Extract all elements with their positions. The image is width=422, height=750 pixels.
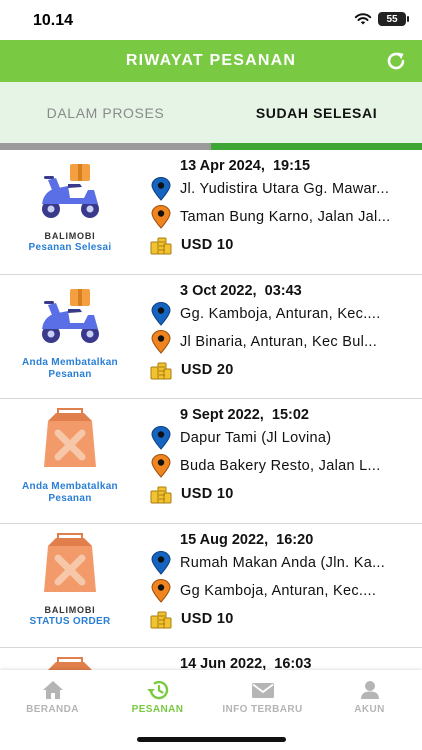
order-price: USD 10	[181, 237, 234, 253]
app-header: RIWAYAT PESANAN	[0, 40, 422, 82]
order-datetime: 3 Oct 2022, 03:43	[180, 282, 302, 299]
pickup-pin-icon	[151, 550, 171, 575]
dropoff-row: Taman Bung Karno, Jalan Jal...	[150, 205, 410, 229]
pickup-address: Gg. Kamboja, Anturan, Kec....	[180, 305, 381, 322]
tab-indicator-inactive	[0, 143, 211, 150]
refresh-icon[interactable]	[384, 49, 408, 73]
nav-account-label: AKUN	[354, 704, 385, 715]
pickup-row: Jl. Yudistira Utara Gg. Mawar...	[150, 177, 410, 201]
nav-home-label: BERANDA	[26, 704, 79, 715]
dropoff-address: Taman Bung Karno, Jalan Jal...	[180, 209, 391, 225]
status-time: 10.14	[33, 12, 74, 29]
tab-indicator	[0, 143, 422, 150]
nav-orders[interactable]: PESANAN	[105, 680, 210, 720]
order-price: USD 10	[181, 610, 234, 627]
history-icon	[146, 680, 168, 700]
nav-account[interactable]: AKUN	[317, 680, 422, 720]
dropoff-address: Gg Kamboja, Anturan, Kec....	[180, 582, 377, 599]
scooter-icon	[42, 288, 99, 343]
dropoff-address: Jl Binaria, Anturan, Kec Bul...	[180, 333, 378, 350]
order-datetime: 9 Sept 2022, 15:02	[180, 407, 309, 423]
coins-icon	[150, 237, 172, 255]
order-item[interactable]: Anda Membatalkan Pesanan 9 Sept 2022, 15…	[0, 399, 422, 524]
dropoff-row: Gg Kamboja, Anturan, Kec....	[150, 578, 410, 603]
order-status: Anda Membatalkan Pesanan	[22, 356, 118, 380]
pickup-pin-icon	[151, 301, 171, 326]
home-icon	[42, 681, 63, 699]
dropoff-pin-icon	[151, 454, 171, 478]
pickup-pin-icon	[151, 177, 171, 201]
tab-completed[interactable]: SUDAH SELESAI	[211, 82, 422, 143]
dropoff-row: Buda Bakery Resto, Jalan L...	[150, 454, 410, 478]
coins-icon	[150, 486, 172, 504]
order-item[interactable]: BALIMOBI STATUS ORDER 15 Aug 2022, 16:20…	[0, 524, 422, 648]
coins-icon	[150, 362, 172, 379]
order-service: BALIMOBI Pesanan Selesai	[0, 150, 140, 274]
price-row: USD 10	[150, 483, 410, 505]
order-tabs: DALAM PROSES SUDAH SELESAI	[0, 82, 422, 143]
scooter-icon	[42, 164, 99, 218]
order-datetime: 13 Apr 2024, 19:15	[180, 158, 311, 174]
order-status: Pesanan Selesai	[28, 242, 112, 253]
pickup-address: Jl. Yudistira Utara Gg. Mawar...	[180, 181, 390, 197]
dropoff-pin-icon	[151, 329, 171, 354]
dropoff-pin-icon	[151, 205, 171, 229]
order-datetime: 15 Aug 2022, 16:20	[180, 531, 314, 548]
order-service: Anda Membatalkan Pesanan	[0, 399, 140, 523]
order-brand: BALIMOBI	[44, 604, 96, 615]
mail-icon	[251, 683, 274, 698]
nav-news-label: INFO TERBARU	[222, 704, 303, 715]
tab-in-progress[interactable]: DALAM PROSES	[0, 82, 211, 143]
dropoff-pin-icon	[151, 578, 171, 603]
coins-icon	[150, 611, 172, 628]
food-bag-icon	[44, 408, 96, 467]
order-service: Anda Membatalkan Pesanan	[0, 275, 140, 399]
wifi-icon	[354, 13, 372, 25]
user-icon	[360, 681, 379, 699]
order-item[interactable]: Anda Membatalkan Pesanan 3 Oct 2022, 03:…	[0, 275, 422, 399]
order-brand: BALIMOBI	[44, 231, 96, 241]
order-status: Anda Membatalkan Pesanan	[22, 481, 118, 504]
dropoff-row: Jl Binaria, Anturan, Kec Bul...	[150, 329, 410, 354]
page-title: RIWAYAT PESANAN	[125, 52, 297, 69]
status-icons: 55	[354, 12, 409, 26]
pickup-row: Rumah Makan Anda (Jln. Ka...	[150, 550, 410, 575]
order-price: USD 20	[181, 361, 234, 378]
pickup-address: Dapur Tami (Jl Lovina)	[180, 430, 332, 446]
pickup-row: Dapur Tami (Jl Lovina)	[150, 426, 410, 450]
nav-home[interactable]: BERANDA	[0, 680, 105, 720]
pickup-row: Gg. Kamboja, Anturan, Kec....	[150, 301, 410, 326]
battery-level: 55	[386, 13, 398, 25]
battery-icon: 55	[378, 12, 409, 26]
status-bar: 10.14 55	[0, 0, 422, 40]
pickup-pin-icon	[151, 426, 171, 450]
price-row: USD 10	[150, 234, 410, 256]
pickup-address: Rumah Makan Anda (Jln. Ka...	[180, 554, 386, 571]
tab-indicator-active	[211, 143, 422, 150]
order-status: STATUS ORDER	[29, 615, 111, 627]
order-list: BALIMOBI Pesanan Selesai 13 Apr 2024, 19…	[0, 150, 422, 750]
nav-news[interactable]: INFO TERBARU	[210, 680, 315, 720]
dropoff-address: Buda Bakery Resto, Jalan L...	[180, 458, 381, 474]
home-indicator	[137, 737, 286, 742]
food-bag-icon	[44, 532, 96, 592]
nav-orders-label: PESANAN	[131, 704, 184, 715]
order-price: USD 10	[181, 486, 234, 502]
order-service: BALIMOBI STATUS ORDER	[0, 524, 140, 648]
price-row: USD 10	[150, 608, 410, 630]
price-row: USD 20	[150, 359, 410, 381]
order-item[interactable]: BALIMOBI Pesanan Selesai 13 Apr 2024, 19…	[0, 150, 422, 275]
